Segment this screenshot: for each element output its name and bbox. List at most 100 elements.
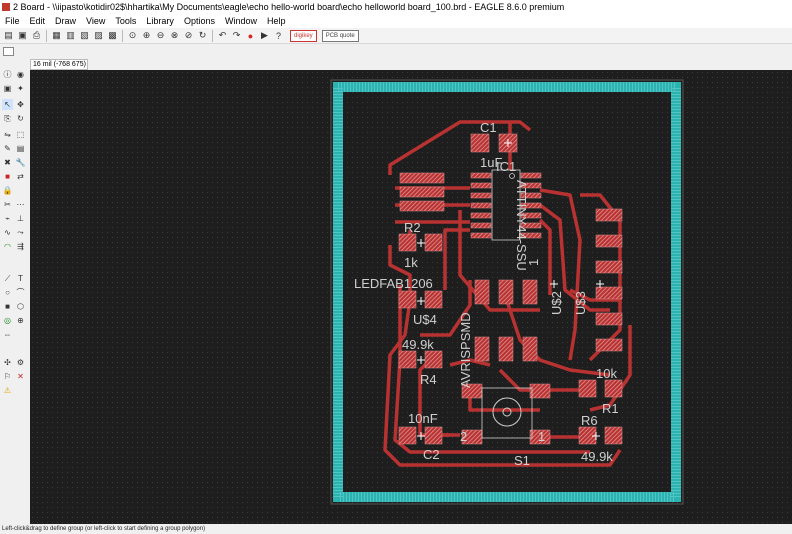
menu-library[interactable]: Library <box>141 16 179 26</box>
board-icon[interactable]: ▥ <box>64 29 77 42</box>
zoom-fit-icon[interactable]: ⊙ <box>126 29 139 42</box>
change-icon[interactable]: ✎ <box>2 143 13 154</box>
toolbar-divider <box>122 29 123 42</box>
board-canvas[interactable]: C1 1uF IC1 ATTINY44-SSU 1 R2 1k LEDFAB12… <box>30 70 792 524</box>
menu-help[interactable]: Help <box>262 16 291 26</box>
add-icon[interactable]: ■ <box>2 171 13 182</box>
digikey-badge[interactable]: digikey <box>290 29 317 42</box>
circle-icon[interactable]: ○ <box>2 287 13 298</box>
smash-icon[interactable]: ✂ <box>2 199 13 210</box>
zoom-in-icon[interactable]: ⊕ <box>140 29 153 42</box>
select-arrow-icon[interactable]: ↖ <box>2 99 13 110</box>
layer-selector[interactable] <box>3 47 14 56</box>
warning-icon[interactable]: ⚠ <box>2 385 13 396</box>
group-icon[interactable]: ⬚ <box>15 129 26 140</box>
label-r2-value: 1k <box>404 255 418 270</box>
help-icon[interactable]: ? <box>272 29 285 42</box>
main-toolbar: ▤ ▣ ⎙ ▦ ▥ ▧ ▨ ▩ ⊙ ⊕ ⊖ ⊗ ⊘ ↻ ↶ ↷ ● ▶ ? di… <box>0 28 792 44</box>
status-bar: Left-click&drag to define group (or left… <box>0 524 792 534</box>
redraw-icon[interactable]: ↻ <box>196 29 209 42</box>
redo-icon[interactable]: ↷ <box>230 29 243 42</box>
autorouter-icon[interactable]: ⇶ <box>15 241 26 252</box>
zoom-area-icon[interactable]: ⊗ <box>168 29 181 42</box>
zoom-select-icon[interactable]: ⊘ <box>182 29 195 42</box>
pcb-quote-badge[interactable]: PCB quote <box>321 29 359 42</box>
label-u2: U$2 <box>549 291 564 315</box>
menu-draw[interactable]: Draw <box>50 16 81 26</box>
label-ic1-value: ATTINY44-SSU <box>514 180 529 271</box>
delete-icon[interactable]: ✖ <box>2 157 13 168</box>
go-icon[interactable]: ▶ <box>258 29 271 42</box>
menu-bar: File Edit Draw View Tools Library Option… <box>0 14 792 28</box>
meander-icon[interactable]: ∿ <box>2 227 13 238</box>
ratsnest-icon[interactable]: ✣ <box>2 357 13 368</box>
label-pin1: 1 <box>526 259 541 266</box>
info-icon[interactable]: ⓘ <box>2 69 13 80</box>
copy-icon[interactable]: ⎘ <box>2 113 13 124</box>
label-s1-pin2: 2 <box>460 429 467 444</box>
print-icon[interactable]: ⎙ <box>30 29 43 42</box>
wire-icon[interactable]: ⟋ <box>2 273 13 284</box>
rect-icon[interactable]: ■ <box>2 301 13 312</box>
s1-outline <box>481 387 533 439</box>
label-s1: S1 <box>514 453 530 468</box>
hole-icon[interactable]: ⊕ <box>15 315 26 326</box>
c1-pad-1 <box>470 133 490 153</box>
show-icon[interactable]: ◉ <box>15 69 26 80</box>
zoom-out-icon[interactable]: ⊖ <box>154 29 167 42</box>
save-icon[interactable]: ▣ <box>16 29 29 42</box>
paste-icon[interactable]: ▤ <box>15 143 26 154</box>
label-r6-value: 49.9k <box>581 449 613 464</box>
move-icon[interactable]: ✥ <box>15 99 26 110</box>
undo-icon[interactable]: ↶ <box>216 29 229 42</box>
auto-icon[interactable]: ⚙ <box>15 357 26 368</box>
pcb-drawing: C1 1uF IC1 ATTINY44-SSU 1 R2 1k LEDFAB12… <box>330 79 684 505</box>
ulp-icon[interactable]: ▩ <box>106 29 119 42</box>
drc-icon[interactable]: ⚐ <box>2 371 13 382</box>
script-icon[interactable]: ▨ <box>92 29 105 42</box>
arc-icon[interactable]: ⌒ <box>15 287 26 298</box>
coordinate-display: 16 mil (-768 675) <box>30 59 88 70</box>
lock-icon[interactable]: 🔒 <box>2 185 13 196</box>
menu-options[interactable]: Options <box>179 16 220 26</box>
replace-icon[interactable]: ⇄ <box>15 171 26 182</box>
menu-view[interactable]: View <box>81 16 110 26</box>
command-toolbar: ⓘ ◉ ▣ ✦ ↖ ✥ ⎘ ↻ ⇋ ⬚ ✎ ▤ ✖ 🔧 ■ ⇄ 🔒 ✂ ⋯ ⌁ … <box>0 59 30 524</box>
label-u3: U$3 <box>573 291 588 315</box>
label-avr: AVRISPSMD <box>458 312 473 388</box>
split-icon[interactable]: ⊥ <box>15 213 26 224</box>
library-icon[interactable]: ▧ <box>78 29 91 42</box>
label-ic1: IC1 <box>496 159 516 174</box>
mirror-icon[interactable]: ⇋ <box>2 129 13 140</box>
label-r4: R4 <box>420 372 437 387</box>
menu-tools[interactable]: Tools <box>110 16 141 26</box>
dimension-icon[interactable]: ⇔ <box>2 329 13 340</box>
menu-window[interactable]: Window <box>220 16 262 26</box>
cam-icon[interactable]: ▦ <box>50 29 63 42</box>
erc-icon[interactable]: ✕ <box>15 371 26 382</box>
display-icon[interactable]: ▣ <box>2 83 13 94</box>
wrench-icon[interactable]: 🔧 <box>15 157 26 168</box>
label-u4: U$4 <box>413 312 437 327</box>
label-c2: C2 <box>423 447 440 462</box>
rotate-icon[interactable]: ↻ <box>15 113 26 124</box>
title-bar: 2 Board - \\iipasto\kotidir02$\hhartika\… <box>0 0 792 14</box>
menu-edit[interactable]: Edit <box>25 16 51 26</box>
via-icon[interactable]: ◎ <box>2 315 13 326</box>
optimize-icon[interactable]: ⌁ <box>2 213 13 224</box>
toolbar-divider <box>46 29 47 42</box>
label-r2: R2 <box>404 220 421 235</box>
toolbar-divider <box>212 29 213 42</box>
label-r1: R1 <box>602 401 619 416</box>
polygon-icon[interactable]: ⬡ <box>15 301 26 312</box>
stop-icon[interactable]: ● <box>244 29 257 42</box>
name-icon[interactable]: ⋯ <box>15 199 26 210</box>
parameter-toolbar <box>0 44 792 59</box>
menu-file[interactable]: File <box>0 16 25 26</box>
ripup-icon[interactable]: ◠ <box>2 241 13 252</box>
text-icon[interactable]: T <box>15 273 26 284</box>
open-icon[interactable]: ▤ <box>2 29 15 42</box>
window-title: 2 Board - \\iipasto\kotidir02$\hhartika\… <box>13 2 565 12</box>
route-icon[interactable]: ⤳ <box>15 227 26 238</box>
mark-icon[interactable]: ✦ <box>15 83 26 94</box>
